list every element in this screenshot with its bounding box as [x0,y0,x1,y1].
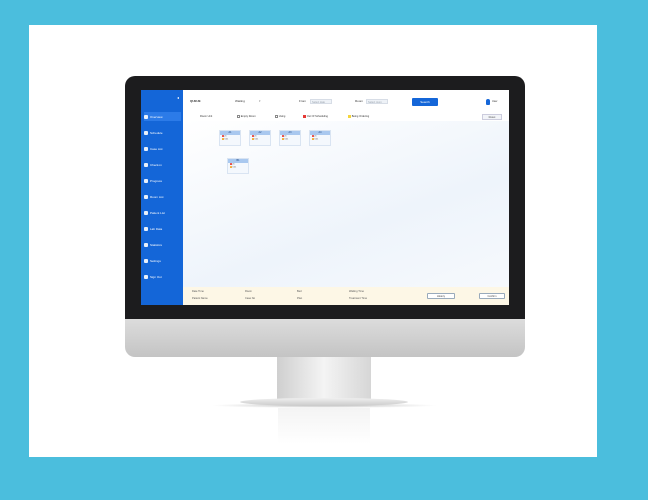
legend-label: Empty Room [240,115,256,119]
legend-swatch [275,115,278,118]
checkin-icon [144,162,148,167]
sidebar-item-label: Room List [150,194,164,199]
room-grid: A1 21 C61 A2 21 C61 A3 21 C61 A4 21 C61 … [183,121,509,287]
chevron-down-icon[interactable]: ▾ [259,99,261,103]
footer-label: Date Time [192,290,204,293]
legend-swatch [237,115,240,118]
sidebar-item-label: Settings [150,258,161,263]
page-title: QUEUE [190,99,201,103]
sidebar-item-overview[interactable]: Overview [144,112,181,121]
room-tile[interactable]: A3 21 C61 [279,130,301,146]
monitor-stand-base [240,398,408,406]
sidebar-item-label: Lab Data [150,226,163,231]
room-tile-line: C61 [250,138,270,141]
sidebar-item-lab-data[interactable]: Lab Data [144,224,181,233]
patient-icon [144,210,148,215]
sidebar-item-label: Sign Out [150,274,162,279]
sidebar-item-label: Progress [150,178,163,183]
search-button[interactable]: Search [412,98,438,106]
sidebar-item-case-list[interactable]: Case List [144,144,181,153]
room-tile[interactable]: B1 21 C61 [227,158,249,174]
room-label: Room [355,99,364,103]
calendar-icon [144,130,148,135]
room-tile[interactable]: A4 21 C61 [309,130,331,146]
sidebar-item-schedule[interactable]: Schedule [144,128,181,137]
home-icon [144,114,148,119]
sidebar-item-label: Schedule [150,130,163,135]
footer-label: Plan [297,297,303,300]
legend-label: Being Ordering [351,115,370,119]
sidebar-item-patient-list[interactable]: Patient List [144,208,181,217]
sidebar-item-statistics[interactable]: Statistics [144,240,181,249]
footer-label: Waiting Time [349,290,364,293]
filter-row: Room Unit Empty Room Using Out Of Schedu… [183,112,509,121]
legend-empty[interactable]: Empty Room [237,115,256,118]
app-screen: ◂ Overview Schedule Case List Check-in P… [141,90,509,305]
detail-footer: Date Time Patient Name Room Case No Bed … [183,287,509,305]
sidebar-item-room-list[interactable]: Room List [144,192,181,201]
list-icon [144,146,148,151]
legend-being-ordering[interactable]: Being Ordering [348,115,369,118]
from-label: From [299,99,306,103]
sidebar-item-progress[interactable]: Progress [144,176,181,185]
user-label[interactable]: User [492,100,497,103]
legend-using[interactable]: Using [275,115,285,118]
legend-label: Out Of Scheduling [306,115,328,119]
room-field[interactable]: Select room [366,99,388,104]
collapse-icon[interactable]: ◂ [177,96,181,100]
room-tile-line: C61 [228,166,248,169]
user-icon[interactable] [486,99,490,105]
from-date-field[interactable]: Select date [310,99,332,104]
stats-icon [144,242,148,247]
status-select[interactable]: Waiting [235,99,245,103]
room-icon [144,194,148,199]
gear-icon [144,258,148,263]
sidebar-item-label: Overview [150,114,163,119]
footer-label: Room [245,290,252,293]
top-bar: QUEUE Waiting ▾ From Select date Room Se… [183,90,509,112]
room-tile-line: C61 [310,138,330,141]
reset-button[interactable]: Reset [482,114,502,120]
sidebar-item-settings[interactable]: Settings [144,256,181,265]
monitor-chin [125,319,525,357]
stand-reflection [278,408,370,444]
room-tile-line: C61 [220,138,240,141]
legend-swatch [348,115,351,118]
sidebar-item-label: Patient List [150,210,165,215]
footer-label: Bed [297,290,302,293]
sidebar-item-label: Case List [150,146,163,151]
sidebar: ◂ Overview Schedule Case List Check-in P… [141,90,183,305]
footer-label: Treatment Time [349,297,368,300]
room-tile[interactable]: A2 21 C61 [249,130,271,146]
footer-label: Case No [245,297,256,300]
monitor-stand-neck [277,357,371,401]
logout-icon [144,274,148,279]
lab-icon [144,226,148,231]
room-unit-label: Room Unit [200,115,213,118]
confirm-button[interactable]: Confirm [479,293,505,299]
footer-label: Patient Name [192,297,208,300]
room-tile[interactable]: A1 21 C61 [219,130,241,146]
sidebar-item-label: Check-in [150,162,162,167]
sidebar-item-check-in[interactable]: Check-in [144,160,181,169]
legend-label: Using [278,115,286,119]
legend-out-of-scheduling[interactable]: Out Of Scheduling [303,115,328,118]
room-tile-line: C61 [280,138,300,141]
progress-icon [144,178,148,183]
sidebar-item-sign-out[interactable]: Sign Out [144,272,181,281]
history-button[interactable]: History [427,293,455,299]
sidebar-item-label: Statistics [150,242,163,247]
legend-swatch [303,115,306,118]
